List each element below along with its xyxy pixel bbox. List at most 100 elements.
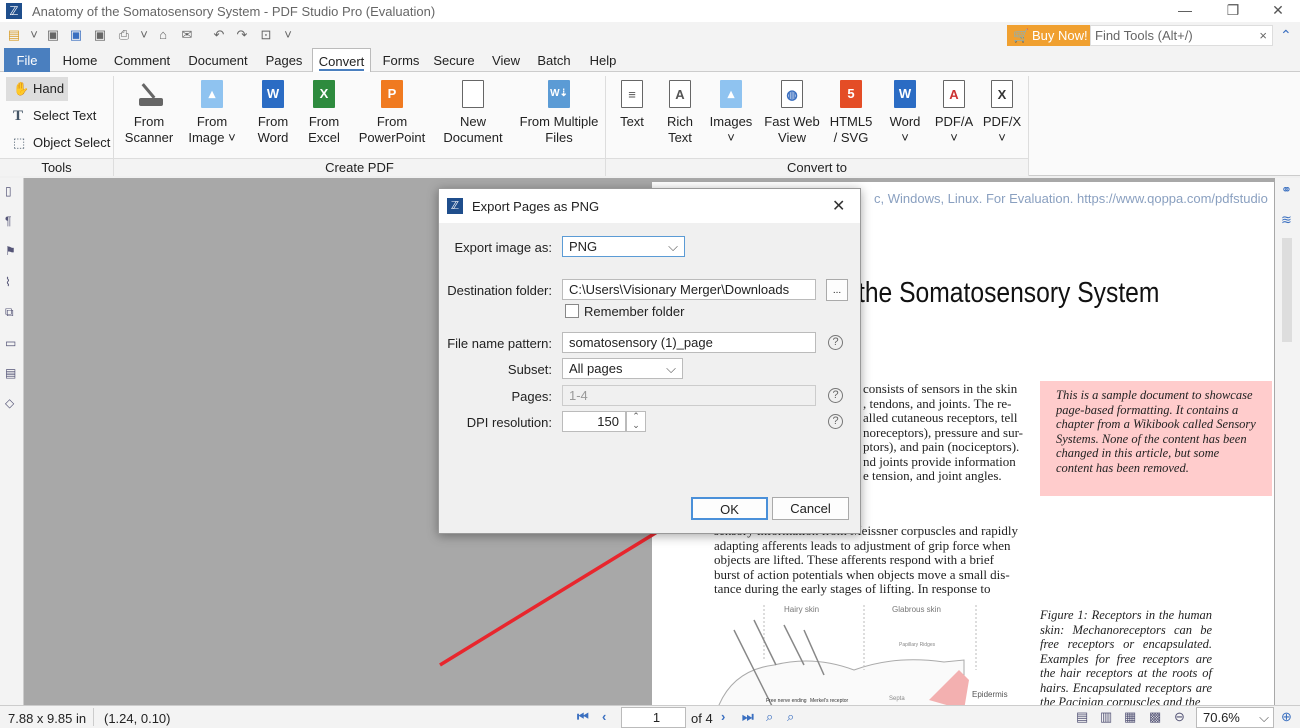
chevron-down-icon[interactable]: ˅ <box>280 27 296 43</box>
remember-folder-checkbox[interactable] <box>565 304 579 318</box>
tab-batch[interactable]: Batch <box>532 48 576 72</box>
zoom-page-icon[interactable]: ⊡ <box>258 27 274 43</box>
zoom-select[interactable]: 70.6% ⌵ <box>1196 707 1274 728</box>
from-excel-button[interactable]: X From Excel <box>302 80 346 146</box>
continuous-page-icon[interactable]: ▥ <box>1100 709 1112 725</box>
scanner-icon[interactable]: ⌂ <box>155 27 171 43</box>
object-select-button[interactable]: ⬚ Object Select <box>6 131 114 155</box>
tags-icon[interactable]: ◇ <box>5 396 19 412</box>
last-page-button[interactable]: ⏭ <box>742 709 754 725</box>
single-page-icon[interactable]: ▤ <box>1076 709 1088 725</box>
layers-icon[interactable]: ⧉ <box>5 305 19 321</box>
ok-button[interactable]: OK <box>691 497 768 520</box>
facing-continuous-icon[interactable]: ▩ <box>1149 709 1161 725</box>
facing-pages-icon[interactable]: ▦ <box>1124 709 1136 725</box>
convert-images-button[interactable]: ▴ Images ˅ <box>708 80 754 146</box>
destination-folder-input[interactable]: C:\Users\Visionary Merger\Downloads <box>562 279 816 300</box>
hand-tool-button[interactable]: ✋ Hand <box>6 77 68 101</box>
pages-icon[interactable]: ▯ <box>5 184 19 200</box>
tab-pages[interactable]: Pages <box>262 48 306 72</box>
from-scanner-button[interactable]: From Scanner <box>122 80 176 146</box>
page-size: 7.88 x 9.85 in <box>8 711 87 726</box>
html5-svg-button[interactable]: 5 HTML5/ SVG <box>826 80 876 146</box>
title-bar: ℤ Anatomy of the Somatosensory System - … <box>0 0 1300 22</box>
collapse-ribbon-icon[interactable]: ⌃ <box>1280 27 1292 44</box>
export-format-select[interactable]: PNG ⌵ <box>562 236 685 257</box>
fields-icon[interactable]: ▤ <box>5 366 19 382</box>
annotations-icon[interactable]: ¶ <box>5 214 19 230</box>
cancel-button[interactable]: Cancel <box>772 497 849 520</box>
file-name-pattern-input[interactable]: somatosensory (1)_page <box>562 332 816 353</box>
text-file-icon: ≡ <box>621 80 643 108</box>
convert-word-button[interactable]: W Word ˅ <box>884 80 926 146</box>
find-tools-input[interactable]: Find Tools (Alt+/) × <box>1090 25 1273 46</box>
tab-comment[interactable]: Comment <box>110 48 174 72</box>
text-cursor-icon: T <box>13 108 24 124</box>
buy-now-button[interactable]: 🛒 Buy Now! <box>1007 25 1090 46</box>
attachments-icon[interactable]: ⌇ <box>5 275 19 291</box>
browse-button[interactable]: ... <box>826 279 848 301</box>
tab-view[interactable]: View <box>488 48 524 72</box>
html5-icon: 5 <box>840 80 862 108</box>
new-document-button[interactable]: New Document <box>440 80 506 146</box>
from-image-button[interactable]: ▴ From Image ˅ <box>186 80 238 146</box>
help-icon[interactable]: ? <box>828 335 843 350</box>
body-paragraph-1: consists of sensors in the skin, tendons… <box>863 381 1025 484</box>
next-view-icon[interactable]: ⌕ <box>787 709 794 725</box>
multiple-files-icon: W⇣ <box>548 80 570 108</box>
redo-icon[interactable]: ↷ <box>234 27 250 43</box>
zoom-in-icon[interactable]: ⊕ <box>1281 709 1292 725</box>
open-icon[interactable]: ▤ <box>6 27 22 43</box>
select-text-label: Select Text <box>33 108 97 123</box>
tab-file[interactable]: File <box>4 48 50 72</box>
previous-page-button[interactable]: ‹ <box>602 709 606 724</box>
convert-text-button[interactable]: ≡ Text <box>614 80 650 130</box>
pdf-a-button[interactable]: A PDF/A ˅ <box>932 80 976 146</box>
save-all-icon[interactable]: ▣ <box>92 27 108 43</box>
pdf-x-button[interactable]: X PDF/X ˅ <box>980 80 1024 146</box>
from-word-button[interactable]: W From Word <box>250 80 296 146</box>
clear-icon[interactable]: × <box>1259 26 1267 45</box>
signatures-icon[interactable]: ▭ <box>5 336 19 352</box>
zoom-out-icon[interactable]: ⊖ <box>1174 709 1185 725</box>
help-icon[interactable]: ? <box>828 388 843 403</box>
dpi-spinner[interactable]: ⌃ ⌄ <box>626 411 646 432</box>
tab-convert[interactable]: Convert <box>312 48 371 73</box>
bookmarks-icon[interactable]: ⚑ <box>5 244 19 260</box>
buy-now-label: Buy Now! <box>1032 28 1088 43</box>
close-dialog-button[interactable]: ✕ <box>832 196 845 216</box>
convert-rich-text-button[interactable]: A Rich Text <box>660 80 700 146</box>
save-as-icon[interactable]: ▣ <box>68 27 84 43</box>
email-icon[interactable]: ✉ <box>179 27 195 43</box>
layers-stack-icon[interactable]: ≋ <box>1281 212 1292 228</box>
page-number-input[interactable]: 1 <box>621 707 686 728</box>
link-icon[interactable]: ⚭ <box>1281 182 1292 198</box>
tab-document[interactable]: Document <box>183 48 253 72</box>
save-icon[interactable]: ▣ <box>45 27 61 43</box>
help-icon[interactable]: ? <box>828 414 843 429</box>
select-text-button[interactable]: T Select Text <box>6 104 106 128</box>
restore-button[interactable]: ❐ <box>1218 2 1248 19</box>
first-page-button[interactable]: ⏮ <box>577 709 589 725</box>
next-page-button[interactable]: › <box>721 709 725 724</box>
from-multiple-files-button[interactable]: W⇣ From Multiple Files <box>516 80 602 146</box>
chevron-down-icon[interactable]: ˅ <box>136 27 152 43</box>
chevron-down-icon[interactable]: ˅ <box>26 27 42 43</box>
subset-select[interactable]: All pages ⌵ <box>562 358 683 379</box>
cursor-coordinates: (1.24, 0.10) <box>104 711 171 726</box>
tab-forms[interactable]: Forms <box>378 48 424 72</box>
scanner-icon <box>137 80 163 110</box>
close-window-button[interactable]: ✕ <box>1263 2 1293 19</box>
tab-help[interactable]: Help <box>584 48 622 72</box>
print-icon[interactable]: ⎙ <box>116 27 132 43</box>
minimize-button[interactable]: — <box>1170 2 1200 18</box>
undo-icon[interactable]: ↶ <box>211 27 227 43</box>
fast-web-view-button[interactable]: ◍ Fast Web View <box>762 80 822 146</box>
dpi-input[interactable]: 150 <box>562 411 626 432</box>
tab-home[interactable]: Home <box>56 48 104 72</box>
from-powerpoint-button[interactable]: P From PowerPoint <box>356 80 428 146</box>
tab-secure[interactable]: Secure <box>430 48 478 72</box>
previous-view-icon[interactable]: ⌕ <box>766 709 773 725</box>
vertical-scrollbar[interactable] <box>1282 238 1292 342</box>
pages-input[interactable]: 1-4 <box>562 385 816 406</box>
